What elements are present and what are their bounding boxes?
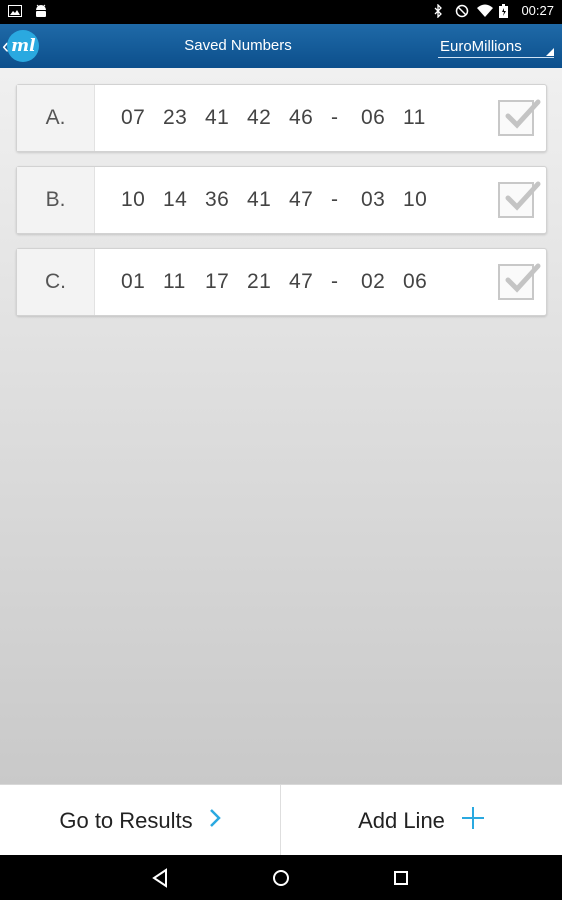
- line-checkbox[interactable]: [498, 263, 541, 300]
- saved-line-b[interactable]: B. 10 14 36 41 47 - 03 10: [16, 166, 547, 234]
- main-number: 17: [205, 270, 230, 293]
- go-to-results-button[interactable]: Go to Results: [0, 785, 281, 856]
- game-select-value: EuroMillions: [440, 38, 522, 55]
- number-separator: -: [331, 106, 339, 129]
- main-number: 07: [121, 106, 146, 129]
- add-line-button[interactable]: Add Line: [281, 785, 562, 856]
- main-number: 14: [163, 188, 188, 211]
- game-select[interactable]: EuroMillions: [438, 35, 554, 58]
- page-title: Saved Numbers: [184, 37, 292, 54]
- line-numbers: 10 14 36 41 47 - 03 10: [121, 167, 445, 233]
- android-notification-icon: [34, 4, 48, 18]
- line-checkbox[interactable]: [498, 181, 541, 218]
- star-number: 11: [403, 106, 426, 129]
- star-number: 03: [361, 188, 386, 211]
- dropdown-triangle-icon: [546, 48, 554, 56]
- main-number: 01: [121, 270, 146, 293]
- plus-icon: [461, 806, 485, 836]
- line-numbers: 01 11 17 21 47 - 02 06: [121, 249, 445, 315]
- status-time: 00:27: [521, 3, 554, 18]
- main-number: 47: [289, 188, 314, 211]
- line-label: A.: [17, 85, 95, 151]
- app-bar: ‹ ml Saved Numbers EuroMillions: [0, 24, 562, 68]
- checkmark-icon: [505, 263, 541, 293]
- chevron-right-icon: [209, 808, 221, 834]
- star-number: 06: [403, 270, 428, 293]
- line-label: B.: [17, 167, 95, 233]
- back-icon[interactable]: [150, 867, 172, 889]
- main-number: 47: [289, 270, 314, 293]
- home-icon[interactable]: [270, 867, 292, 889]
- main-number: 46: [289, 106, 314, 129]
- do-not-disturb-icon: [455, 4, 469, 18]
- add-line-label: Add Line: [358, 807, 445, 833]
- saved-line-a[interactable]: A. 07 23 41 42 46 - 06 11: [16, 84, 547, 152]
- line-label: C.: [17, 249, 95, 315]
- recents-icon[interactable]: [390, 867, 412, 889]
- main-number: 42: [247, 106, 272, 129]
- main-number: 11: [163, 270, 186, 293]
- main-number: 21: [247, 270, 272, 293]
- line-numbers: 07 23 41 42 46 - 06 11: [121, 85, 445, 151]
- checkmark-icon: [505, 99, 541, 129]
- bluetooth-icon: [433, 2, 447, 19]
- star-number: 10: [403, 188, 428, 211]
- go-to-results-label: Go to Results: [59, 807, 193, 833]
- number-separator: -: [331, 188, 339, 211]
- main-number: 41: [205, 106, 230, 129]
- star-number: 02: [361, 270, 386, 293]
- main-number: 36: [205, 188, 230, 211]
- main-number: 23: [163, 106, 188, 129]
- battery-icon: [499, 3, 513, 18]
- bottom-action-bar: Go to Results Add Line: [0, 784, 562, 856]
- status-bar: 00:27: [0, 0, 562, 24]
- star-number: 06: [361, 106, 386, 129]
- saved-lines-list: A. 07 23 41 42 46 - 06 11 B. 10 14 36 41…: [0, 68, 562, 784]
- saved-line-c[interactable]: C. 01 11 17 21 47 - 02 06: [16, 248, 547, 316]
- main-number: 10: [121, 188, 146, 211]
- system-nav-bar: [0, 855, 562, 900]
- checkmark-icon: [505, 181, 541, 211]
- image-notification-icon: [8, 4, 22, 18]
- wifi-icon: [477, 4, 494, 18]
- line-checkbox[interactable]: [498, 99, 541, 136]
- main-number: 41: [247, 188, 272, 211]
- number-separator: -: [331, 270, 339, 293]
